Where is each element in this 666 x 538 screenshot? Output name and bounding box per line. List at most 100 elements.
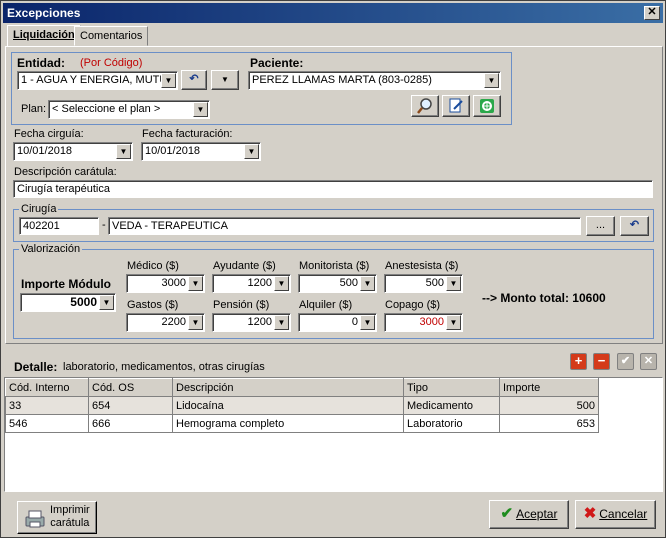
column-header[interactable]: Cód. Interno <box>5 378 89 397</box>
fecha-facturacion-picker[interactable]: 10/01/2018 ▼ <box>141 142 261 161</box>
descripcion-input[interactable]: Cirugía terapéutica <box>13 180 653 198</box>
fecha-facturacion-value: 10/01/2018 <box>145 145 201 157</box>
table-cell[interactable]: 654 <box>88 396 173 415</box>
importe-modulo-label: Importe Módulo <box>21 277 111 291</box>
table-cell[interactable]: Lidocaína <box>172 396 404 415</box>
fecha-cirugia-label: Fecha cirguía: <box>14 128 84 140</box>
gastos-value: 2200 <box>161 316 186 328</box>
entidad-dropdown-button[interactable]: ▼ <box>211 70 239 90</box>
table-cell[interactable]: 653 <box>499 414 599 433</box>
table-cell[interactable]: 500 <box>499 396 599 415</box>
chevron-down-icon[interactable]: ▼ <box>116 144 131 159</box>
chevron-down-icon[interactable]: ▼ <box>161 73 176 88</box>
copago-value: 3000 <box>419 316 444 328</box>
column-header[interactable]: Descripción <box>172 378 404 397</box>
ayudante-label: Ayudante ($) <box>213 260 276 272</box>
chevron-down-icon[interactable]: ▼ <box>360 276 375 291</box>
aceptar-label: Aceptar <box>516 507 558 521</box>
cirugia-code-input[interactable]: 402201 <box>19 217 99 235</box>
tab-liquidacion[interactable]: Liquidación <box>7 25 81 47</box>
cancelar-button[interactable]: ✖ Cancelar <box>575 500 656 529</box>
remove-row-button[interactable]: − <box>593 353 610 370</box>
copago-label: Copago ($) <box>385 299 441 311</box>
gastos-label: Gastos ($) <box>127 299 179 311</box>
table-row[interactable]: 33 654 Lidocaína Medicamento 500 <box>5 396 599 415</box>
cirugia-browse-button[interactable]: ... <box>586 216 615 236</box>
column-header[interactable]: Cód. OS <box>88 378 173 397</box>
table-cell[interactable]: Laboratorio <box>403 414 500 433</box>
importe-modulo-value: 5000 <box>70 295 97 309</box>
chevron-down-icon[interactable]: ▼ <box>446 276 461 291</box>
chevron-down-icon[interactable]: ▼ <box>188 315 203 330</box>
edit-document-icon <box>449 98 463 113</box>
pension-select[interactable]: 1200 ▼ <box>212 313 291 332</box>
chevron-down-icon[interactable]: ▼ <box>274 276 289 291</box>
table-header: Cód. Interno Cód. OS Descripción Tipo Im… <box>5 378 599 397</box>
chevron-down-icon[interactable]: ▼ <box>188 276 203 291</box>
chevron-down-icon[interactable]: ▼ <box>446 315 461 330</box>
tab-comentarios[interactable]: Comentarios <box>74 26 149 46</box>
window-title: Excepciones <box>7 6 81 20</box>
undo-icon: ↶ <box>629 219 640 231</box>
plan-label: Plan: <box>21 103 47 115</box>
entidad-select[interactable]: 1 - AGUA Y ENERGIA, MUTU ▼ <box>17 71 178 90</box>
imprimir-line1: Imprimir <box>50 504 90 516</box>
alquiler-select[interactable]: 0 ▼ <box>298 313 377 332</box>
chevron-down-icon[interactable]: ▼ <box>484 73 499 88</box>
table-cell[interactable]: 546 <box>5 414 89 433</box>
valorizacion-legend: Valorización <box>19 243 83 255</box>
fecha-cirugia-picker[interactable]: 10/01/2018 ▼ <box>13 142 133 161</box>
confirm-row-button[interactable]: ✔ <box>617 353 634 370</box>
table-row[interactable]: 546 666 Hemograma completo Laboratorio 6… <box>5 414 599 433</box>
gastos-select[interactable]: 2200 ▼ <box>126 313 205 332</box>
monitorista-select[interactable]: 500 ▼ <box>298 274 377 293</box>
table-cell[interactable]: 666 <box>88 414 173 433</box>
paciente-select[interactable]: PEREZ LLAMAS MARTA (803-0285) ▼ <box>248 71 501 90</box>
aceptar-button[interactable]: ✔ Aceptar <box>489 500 569 529</box>
ayudante-value: 1200 <box>247 277 272 289</box>
detalle-label: Detalle: <box>14 360 58 374</box>
chevron-down-icon[interactable]: ▼ <box>193 102 208 117</box>
close-icon: ✕ <box>643 355 654 367</box>
edit-paciente-button[interactable] <box>442 95 470 117</box>
column-header[interactable]: Importe <box>499 378 599 397</box>
importe-modulo-select[interactable]: 5000 ▼ <box>20 293 116 312</box>
anestesista-value: 500 <box>425 277 444 289</box>
chevron-down-icon[interactable]: ▼ <box>360 315 375 330</box>
printer-icon <box>25 510 45 528</box>
chevron-down-icon[interactable]: ▼ <box>244 144 259 159</box>
plus-icon: + <box>574 353 583 368</box>
new-paciente-button[interactable] <box>473 95 501 117</box>
table-cell[interactable]: Medicamento <box>403 396 500 415</box>
medico-label: Médico ($) <box>127 260 179 272</box>
detalle-table: Cód. Interno Cód. OS Descripción Tipo Im… <box>5 378 599 433</box>
ayudante-select[interactable]: 1200 ▼ <box>212 274 291 293</box>
close-icon: ✖ <box>583 505 597 522</box>
search-paciente-button[interactable] <box>411 95 439 117</box>
table-cell[interactable]: 33 <box>5 396 89 415</box>
anestesista-select[interactable]: 500 ▼ <box>384 274 463 293</box>
plan-select[interactable]: < Seleccione el plan > ▼ <box>48 100 210 119</box>
imprimir-caratula-button[interactable]: Imprimir carátula <box>17 501 97 534</box>
entidad-reset-button[interactable]: ↶ <box>181 70 207 90</box>
alquiler-label: Alquiler ($) <box>299 299 353 311</box>
column-header[interactable]: Tipo <box>403 378 500 397</box>
paciente-label: Paciente: <box>250 56 304 70</box>
cirugia-name-input[interactable]: VEDA - TERAPEUTICA <box>108 217 581 235</box>
search-icon <box>417 98 432 114</box>
monitorista-label: Monitorista ($) <box>299 260 370 272</box>
copago-select[interactable]: 3000 ▼ <box>384 313 463 332</box>
cancel-row-button[interactable]: ✕ <box>640 353 657 370</box>
chevron-down-icon[interactable]: ▼ <box>274 315 289 330</box>
anestesista-label: Anestesista ($) <box>385 260 459 272</box>
medico-select[interactable]: 3000 ▼ <box>126 274 205 293</box>
add-row-button[interactable]: + <box>570 353 587 370</box>
check-icon: ✔ <box>620 355 631 367</box>
table-cell[interactable]: Hemograma completo <box>172 414 404 433</box>
detalle-subtitle: laboratorio, medicamentos, otras cirugía… <box>63 361 265 373</box>
chevron-down-icon[interactable]: ▼ <box>99 295 114 310</box>
title-bar: Excepciones ✕ <box>3 3 663 23</box>
cirugia-reset-button[interactable]: ↶ <box>620 216 649 236</box>
minus-icon: − <box>597 353 606 368</box>
close-icon[interactable]: ✕ <box>644 6 660 20</box>
